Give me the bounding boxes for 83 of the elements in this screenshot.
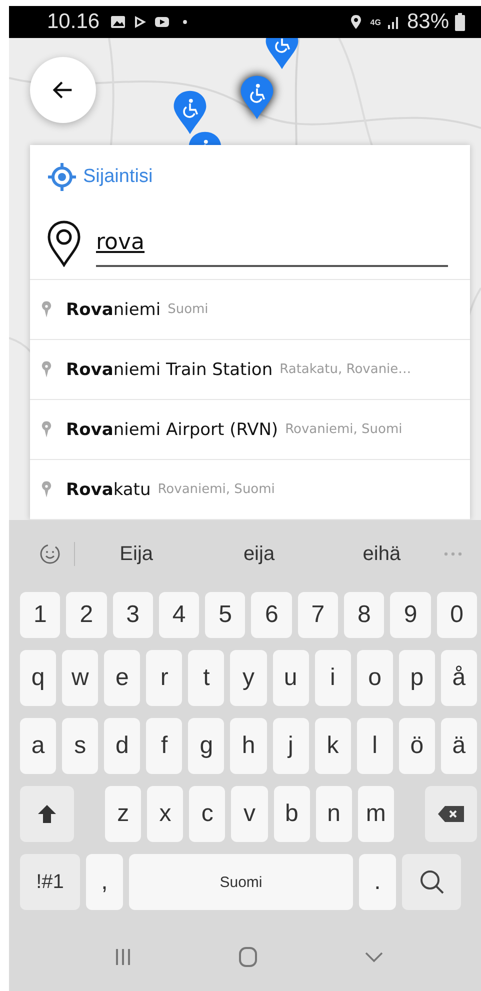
key[interactable]: a: [20, 718, 56, 774]
key[interactable]: i: [314, 650, 351, 706]
key[interactable]: e: [104, 650, 140, 706]
suggestion-item[interactable]: Rovaniemi Suomi: [30, 280, 470, 340]
key[interactable]: d: [104, 718, 140, 774]
space-key[interactable]: Suomi: [129, 854, 353, 910]
image-icon: [110, 14, 126, 30]
wheelchair-pin-icon[interactable]: [187, 130, 223, 145]
key[interactable]: o: [356, 650, 393, 706]
search-key[interactable]: [402, 854, 461, 910]
key[interactable]: m: [358, 786, 394, 842]
network-label: 4G: [370, 18, 381, 26]
word-suggestion[interactable]: eihä: [320, 542, 444, 566]
place-name: Rovaniemi Train Station: [66, 360, 273, 380]
place-pin-icon: [41, 300, 52, 318]
key[interactable]: j: [272, 718, 309, 774]
emoji-icon[interactable]: [38, 542, 62, 566]
key[interactable]: s: [62, 718, 98, 774]
key[interactable]: 6: [251, 592, 292, 638]
key[interactable]: 2: [66, 592, 107, 638]
my-location-icon[interactable]: [47, 162, 77, 192]
place-detail: Rovaniemi, Suomi: [285, 422, 402, 437]
key[interactable]: v: [231, 786, 268, 842]
place-pin-icon: [41, 360, 52, 378]
key[interactable]: 1: [20, 592, 60, 638]
place-name: Rovaniemi Airport (RVN): [66, 420, 278, 440]
key[interactable]: 4: [158, 592, 200, 638]
key[interactable]: 9: [390, 592, 431, 638]
search-icon: [418, 869, 444, 895]
key[interactable]: 3: [112, 592, 153, 638]
place-name: Rovakatu: [66, 480, 151, 500]
place-pin-icon: [41, 480, 52, 498]
symbols-key[interactable]: !#1: [20, 854, 80, 910]
key[interactable]: å: [440, 650, 478, 706]
video-icon: [154, 14, 170, 30]
battery-percentage: 83%: [406, 10, 449, 34]
word-suggestion[interactable]: Eija: [75, 542, 198, 566]
clock-time: 10.16: [47, 10, 100, 34]
signal-icon: [386, 14, 401, 30]
key[interactable]: ,: [86, 854, 123, 910]
key[interactable]: 8: [344, 592, 384, 638]
battery-icon: [455, 13, 465, 31]
key[interactable]: x: [147, 786, 184, 842]
key[interactable]: k: [314, 718, 351, 774]
key[interactable]: 5: [205, 592, 246, 638]
key[interactable]: y: [230, 650, 267, 706]
suggestion-item[interactable]: Rovaniemi Train Station Ratakatu, Rovanie…: [30, 340, 470, 400]
key[interactable]: f: [146, 718, 182, 774]
key[interactable]: r: [146, 650, 182, 706]
backspace-key[interactable]: [424, 786, 477, 842]
wheelchair-pin-icon[interactable]: [239, 74, 275, 121]
key[interactable]: g: [188, 718, 224, 774]
place-name: Rovaniemi: [66, 300, 161, 320]
backspace-icon: [436, 805, 465, 823]
my-location-link[interactable]: Sijaintisi: [83, 166, 153, 188]
key[interactable]: u: [272, 650, 309, 706]
key[interactable]: l: [356, 718, 393, 774]
key[interactable]: w: [62, 650, 98, 706]
place-detail: Rovaniemi, Suomi: [158, 482, 275, 497]
dot-icon: [182, 19, 188, 25]
key[interactable]: 0: [436, 592, 477, 638]
place-pin-icon: [41, 420, 52, 438]
key[interactable]: b: [274, 786, 310, 842]
location-pin-icon: [46, 219, 82, 267]
key[interactable]: ä: [440, 718, 478, 774]
key[interactable]: .: [359, 854, 396, 910]
key[interactable]: t: [188, 650, 224, 706]
place-detail: Suomi: [168, 302, 208, 317]
search-field[interactable]: rova: [96, 230, 448, 267]
key[interactable]: z: [105, 786, 142, 842]
word-suggestion[interactable]: eija: [198, 542, 320, 566]
key[interactable]: p: [398, 650, 435, 706]
arrow-up-icon: [37, 804, 57, 824]
key[interactable]: 7: [298, 592, 338, 638]
key[interactable]: n: [316, 786, 352, 842]
key[interactable]: h: [230, 718, 267, 774]
key[interactable]: q: [20, 650, 56, 706]
place-detail: Ratakatu, Rovanie…: [280, 362, 412, 377]
shift-key[interactable]: [20, 786, 74, 842]
wheelchair-pin-icon[interactable]: [264, 38, 300, 71]
suggestion-item[interactable]: Rovaniemi Airport (RVN) Rovaniemi, Suomi: [30, 400, 470, 460]
key[interactable]: c: [189, 786, 226, 842]
key[interactable]: ö: [398, 718, 435, 774]
